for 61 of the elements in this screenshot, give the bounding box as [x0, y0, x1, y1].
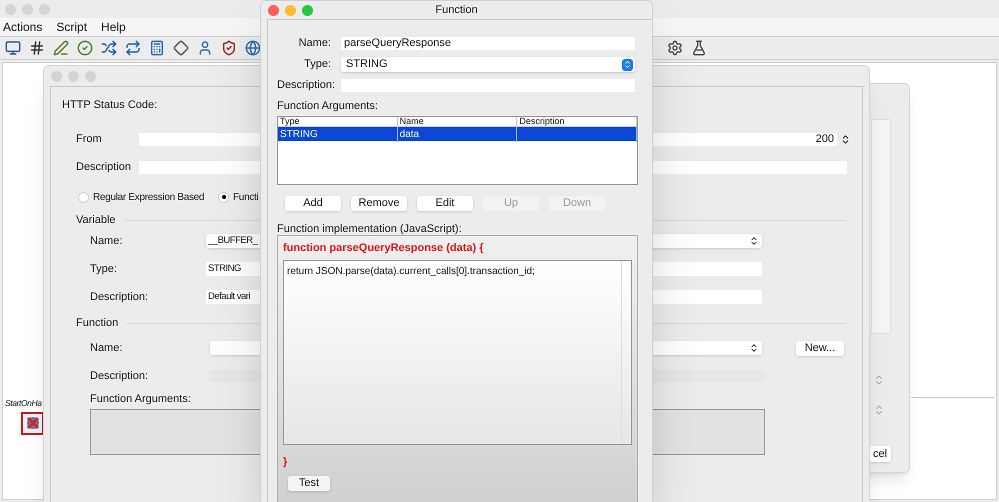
radio-label: Functi: [233, 190, 258, 204]
text-field[interactable]: parseQueryResponse: [341, 37, 635, 50]
section-title: Variable: [76, 212, 116, 228]
code-text: return JSON.parse(data).current_calls[0].transaction_id;: [287, 264, 535, 278]
code-editor[interactable]: return JSON.parse(data).current_calls[0].transaction_id;: [283, 260, 632, 444]
table-cell-text: STRING: [280, 128, 318, 142]
node-icon[interactable]: [21, 412, 44, 435]
table-row[interactable]: STRING data: [278, 127, 637, 141]
field-label: Type:: [303, 57, 332, 72]
closing-brace: }: [283, 454, 288, 470]
node-label: StartOnHa: [5, 397, 42, 410]
spinner-icon[interactable]: [840, 134, 851, 144]
function-signature: function parseQueryResponse (data) {: [283, 241, 484, 256]
section-title: Function Arguments:: [277, 101, 378, 113]
type-select[interactable]: STRING: [341, 57, 635, 72]
section-title: Function implementation (JavaScript):: [277, 222, 462, 235]
field-label: Function Arguments:: [90, 392, 191, 407]
diamond-icon[interactable]: [172, 39, 190, 57]
dialog-button[interactable]: Remove: [351, 196, 407, 211]
column-header[interactable]: Description: [517, 117, 637, 126]
dialog-button[interactable]: Edit: [417, 196, 473, 211]
monitor-icon[interactable]: [4, 39, 22, 57]
radio-label: Regular Expression Based: [93, 190, 204, 204]
radio-button[interactable]: [218, 192, 229, 202]
cancel-button[interactable]: cel: [869, 446, 892, 462]
column-header[interactable]: Type: [278, 117, 398, 126]
window-title: Function: [435, 2, 478, 18]
field-label: Name:: [298, 36, 332, 52]
radio-button[interactable]: [78, 192, 89, 202]
table-cell-text: data: [400, 128, 420, 142]
new-button[interactable]: New...: [796, 340, 844, 356]
field-label: Description:: [90, 290, 150, 305]
section-title: Function: [76, 316, 118, 331]
field-label: Description:: [277, 78, 336, 94]
column-header[interactable]: Name: [398, 117, 518, 126]
check-icon[interactable]: [76, 39, 94, 57]
chevron-icon: [749, 343, 759, 353]
flask-icon[interactable]: [690, 39, 708, 57]
menu-item[interactable]: Actions: [3, 18, 42, 36]
field-label: Description:: [90, 368, 150, 384]
menu-item[interactable]: Script: [56, 18, 88, 36]
field-label: From: [76, 132, 103, 147]
field-label: Name:: [90, 234, 124, 249]
field-label: Name:: [90, 340, 124, 356]
field-label: Type:: [90, 262, 118, 277]
window-control-icon[interactable]: [268, 4, 279, 16]
menu-item[interactable]: Help: [101, 18, 126, 36]
dialog-button[interactable]: Add: [285, 196, 341, 211]
field-label: Description: [76, 160, 132, 175]
shuffle-icon[interactable]: [100, 39, 118, 57]
test-button[interactable]: Test: [288, 476, 330, 491]
hash-icon[interactable]: [28, 39, 46, 57]
pen-icon[interactable]: [52, 39, 70, 57]
section-heading: HTTP Status Code:: [62, 98, 158, 111]
gear-icon[interactable]: [666, 39, 684, 57]
calculator-icon[interactable]: [148, 39, 166, 57]
shield-check-icon[interactable]: [220, 39, 238, 57]
globe-icon[interactable]: [244, 39, 262, 57]
stepper-icon: [622, 58, 633, 70]
chevron-icon: [749, 236, 759, 246]
repeat-icon[interactable]: [124, 39, 142, 57]
